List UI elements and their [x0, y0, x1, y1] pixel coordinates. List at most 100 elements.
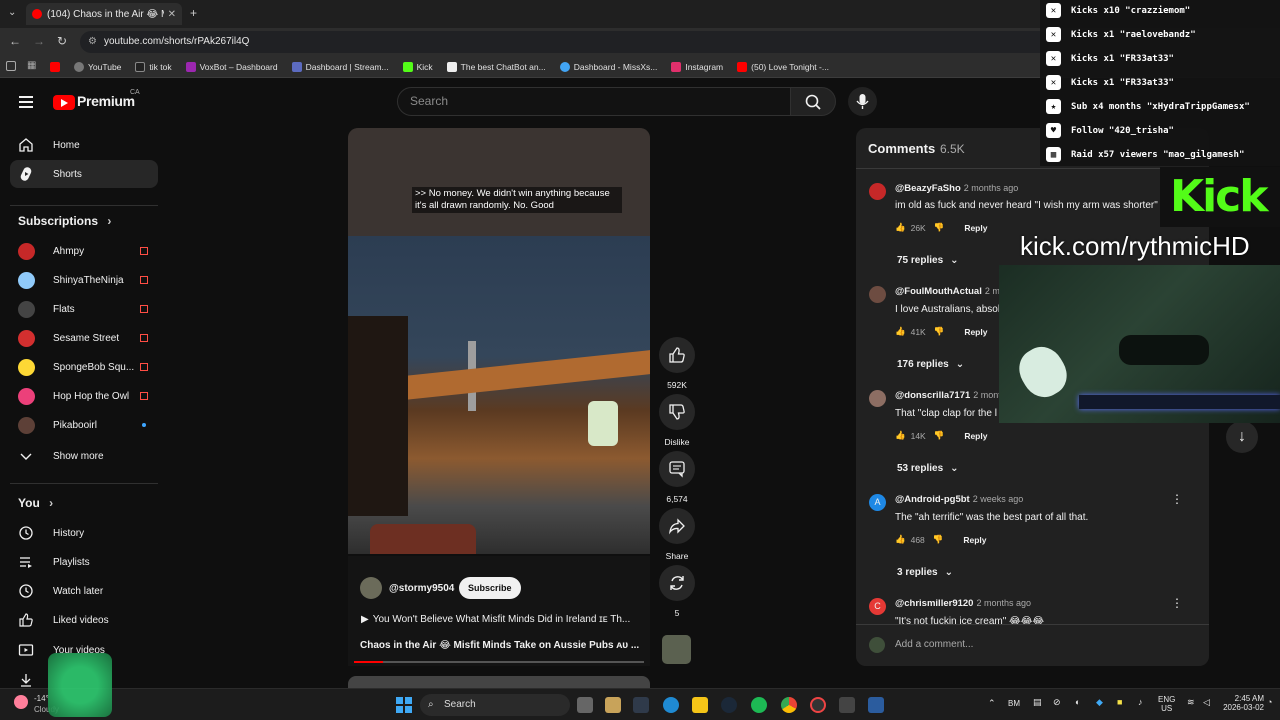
notification-bell-icon[interactable]: ◔	[1267, 697, 1272, 707]
reload-icon[interactable]: ↻	[57, 34, 67, 48]
remix-action[interactable]: 5	[658, 565, 696, 618]
thumbs-up-icon[interactable]: 👍	[895, 430, 906, 441]
chrome-icon[interactable]	[781, 697, 797, 713]
bookmark-youtube-icon[interactable]	[50, 61, 60, 72]
voice-search-button[interactable]	[848, 87, 877, 116]
weather-icon[interactable]	[14, 695, 28, 709]
subscription-item[interactable]: Sesame Street	[10, 324, 158, 352]
add-comment-input[interactable]: Add a comment...	[895, 639, 973, 650]
channel-avatar[interactable]	[360, 577, 382, 599]
subscription-item[interactable]: ShinyaTheNinja	[10, 266, 158, 294]
windows-start-icon[interactable]	[396, 697, 412, 713]
tray-bm[interactable]: BM	[1008, 699, 1020, 708]
taskbar-search[interactable]: ⌕ Search	[420, 694, 570, 716]
reply-button[interactable]: Reply	[964, 431, 987, 441]
thumbs-down-icon[interactable]: 👎	[934, 430, 945, 441]
forward-icon[interactable]: →	[33, 34, 45, 48]
sidebar-item-liked-videos[interactable]: Liked videos	[10, 606, 158, 634]
site-info-icon[interactable]: ⚙	[88, 31, 97, 53]
new-tab-button[interactable]: +	[190, 6, 197, 20]
mic-icon[interactable]: ♪	[1138, 697, 1143, 707]
subscription-item[interactable]: Hop Hop the Owl	[10, 382, 158, 410]
comments-button[interactable]	[659, 451, 695, 487]
bookmark-item[interactable]: Dashboard - MissXs...	[559, 61, 657, 72]
sidebar-item-playlists[interactable]: Playlists	[10, 548, 158, 576]
bookmark-item[interactable]: VoxBot – Dashboard	[185, 61, 278, 72]
thumbs-up-icon[interactable]: 👍	[895, 534, 906, 545]
volume-icon[interactable]: ◁	[1203, 697, 1210, 708]
replies-toggle[interactable]: 53 replies ⌄	[897, 463, 959, 474]
replies-toggle[interactable]: 176 replies ⌄	[897, 359, 964, 370]
subscribe-button[interactable]: Subscribe	[459, 577, 521, 599]
bookmark-item[interactable]: (50) Love Tonight -...	[737, 61, 829, 72]
comment-author[interactable]: @BeazyFaSho 2 months ago	[895, 183, 1018, 194]
comment-author[interactable]: @chrismiller9120 2 months ago	[895, 598, 1031, 609]
comment-avatar[interactable]	[869, 183, 886, 200]
thumbs-down-icon[interactable]: 👎	[934, 326, 945, 337]
scroll-down-arrow-icon[interactable]: ↓	[1226, 421, 1258, 453]
browser-tab-active[interactable]: (104) Chaos in the Air 😂 M ✕	[26, 3, 182, 25]
progress-track[interactable]	[354, 661, 644, 663]
dislike-button[interactable]	[659, 394, 695, 430]
spotify-icon[interactable]	[751, 697, 767, 713]
sidebar-item-watch-later[interactable]: Watch later	[10, 577, 158, 605]
obs-icon[interactable]	[810, 697, 826, 713]
apps-icon[interactable]	[6, 61, 16, 71]
share-button[interactable]	[659, 508, 695, 544]
address-bar[interactable]: ⚙ youtube.com/shorts/rPAk267il4Q	[80, 31, 1050, 53]
next-video-peek[interactable]	[348, 676, 650, 688]
tray-app-icon[interactable]: ◆	[1096, 697, 1103, 708]
sound-thumbnail[interactable]	[662, 635, 691, 664]
subscription-item[interactable]: Pikabooirl	[10, 411, 158, 439]
share-action[interactable]: Share	[658, 508, 696, 561]
subscriptions-header[interactable]: Subscriptions ›	[18, 214, 111, 228]
comment-more-icon[interactable]: ⋮	[1171, 596, 1183, 610]
comment-avatar[interactable]	[869, 390, 886, 407]
tab-list-chevron-icon[interactable]: ⌄	[8, 7, 16, 18]
comment-avatar[interactable]: A	[869, 494, 886, 511]
reply-button[interactable]: Reply	[964, 327, 987, 337]
bookmark-item[interactable]: The best ChatBot an...	[446, 61, 546, 72]
bookmark-item[interactable]: Dashboard | Stream...	[291, 61, 389, 72]
subscription-item[interactable]: Flats	[10, 295, 158, 323]
grid-icon[interactable]: ▦	[27, 60, 36, 71]
comment-avatar[interactable]	[869, 286, 886, 303]
download-icon[interactable]	[18, 673, 34, 687]
dislike-action[interactable]: Dislike	[658, 394, 696, 447]
task-view-icon[interactable]	[577, 697, 593, 713]
reply-button[interactable]: Reply	[963, 535, 986, 545]
reply-button[interactable]: Reply	[964, 223, 987, 233]
chevron-up-icon[interactable]: ⌃	[988, 698, 996, 709]
bookmark-item[interactable]: Instagram	[671, 61, 723, 72]
sidebar-item-home[interactable]: Home	[10, 131, 158, 159]
tray-app-icon[interactable]: ■	[1117, 697, 1122, 707]
like-button[interactable]	[659, 337, 695, 373]
tray-app-icon[interactable]: ◐	[1075, 697, 1080, 707]
clock[interactable]: 2:45 AM 2026-03-02	[1222, 694, 1264, 712]
search-input[interactable]: Search	[397, 87, 791, 116]
replies-toggle[interactable]: 3 replies ⌄	[897, 567, 953, 578]
bookmark-item[interactable]: tik tok	[135, 61, 172, 72]
bookmark-item[interactable]: Kick	[402, 61, 433, 72]
app-icon[interactable]	[605, 697, 621, 713]
steam-icon[interactable]	[721, 697, 737, 713]
thumbs-up-icon[interactable]: 👍	[895, 326, 906, 337]
shorts-video-player[interactable]: >> No money. We didn't win anything beca…	[348, 128, 650, 554]
comment-more-icon[interactable]: ⋮	[1171, 492, 1183, 506]
subscription-item[interactable]: Ahmpy	[10, 237, 158, 265]
app-icon[interactable]	[868, 697, 884, 713]
bookmark-item[interactable]: YouTube	[74, 61, 121, 72]
language-indicator[interactable]: ENG US	[1158, 695, 1175, 713]
app-icon[interactable]	[633, 697, 649, 713]
like-action[interactable]: 592K	[658, 337, 696, 390]
sidebar-item-shorts[interactable]: Shorts	[10, 160, 158, 188]
file-explorer-icon[interactable]	[692, 697, 708, 713]
tray-app-icon[interactable]: ▤	[1033, 697, 1042, 708]
youtube-logo-icon[interactable]	[53, 95, 75, 110]
comments-action[interactable]: 6,574	[658, 451, 696, 504]
show-more-button[interactable]: Show more	[10, 442, 158, 470]
you-header[interactable]: You ›	[18, 496, 53, 510]
video-title-link[interactable]: ▶ You Won't Believe What Misfit Minds Did…	[361, 614, 641, 625]
back-icon[interactable]: ←	[9, 34, 21, 48]
app-icon[interactable]	[839, 697, 855, 713]
